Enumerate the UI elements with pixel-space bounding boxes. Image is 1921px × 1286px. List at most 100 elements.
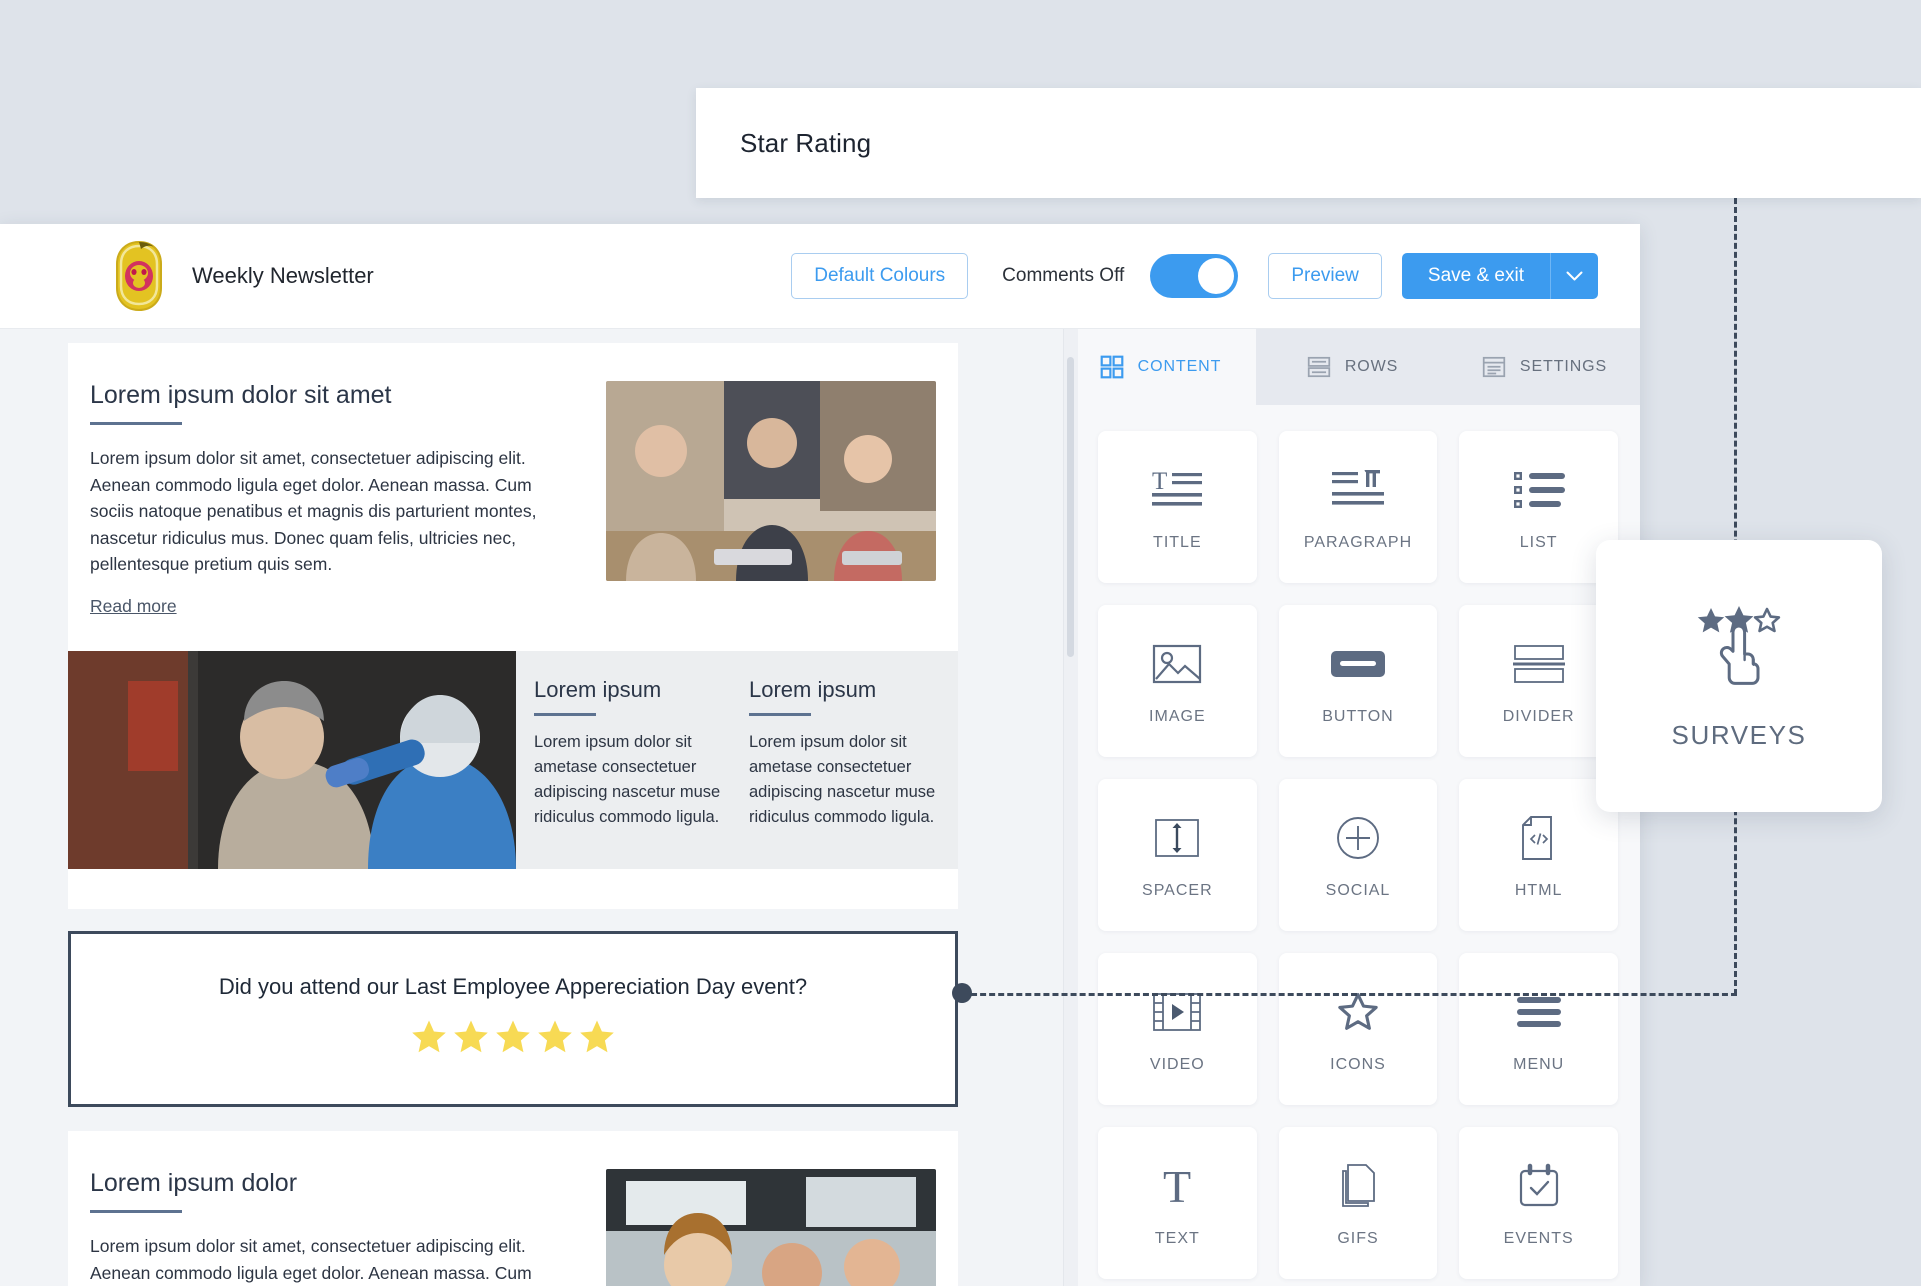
column-body: Lorem ipsum dolor sit ametase consectetu… (749, 732, 936, 827)
comments-status-label: Comments Off (1002, 265, 1125, 286)
block-tile-html[interactable]: HTML (1459, 779, 1618, 931)
star-icon[interactable] (452, 1018, 490, 1056)
rows-icon (1307, 356, 1330, 378)
builder-topbar: Weekly Newsletter Default Colours Commen… (0, 224, 1640, 329)
scrollbar-thumb[interactable] (1067, 357, 1074, 657)
block-tile-text[interactable]: T TEXT (1098, 1127, 1257, 1279)
block-tile-spacer[interactable]: SPACER (1098, 779, 1257, 931)
article-body: Lorem ipsum dolor sit amet, consectetuer… (90, 448, 537, 575)
panel-scrollbar[interactable] (1064, 329, 1078, 1286)
heading-rule (90, 1209, 182, 1213)
block-tile-gifs[interactable]: GIFS (1278, 1127, 1438, 1279)
star-outline-icon (1338, 993, 1378, 1030)
block-spacer (68, 868, 958, 909)
campaign-name: Weekly Newsletter (192, 263, 374, 288)
screen-root: Star Rating Weekly Newsletter Default Co… (0, 0, 1921, 1286)
block-tile-paragraph[interactable]: PARAGRAPH (1278, 431, 1438, 583)
social-plus-icon (1337, 817, 1379, 859)
brand: Weekly Newsletter (108, 240, 374, 312)
preview-button[interactable]: Preview (1268, 253, 1382, 299)
grid-squares-icon (1100, 355, 1124, 379)
content-block-article[interactable]: Lorem ipsum dolor sit amet Lorem ipsum d… (68, 343, 958, 651)
star-icon[interactable] (578, 1018, 616, 1056)
pages-icon (1342, 1164, 1375, 1207)
column-heading: Lorem ipsum (534, 676, 662, 702)
content-blocks-grid: T TITLE PARAGRAPH LIST IMAGE BUTTON DIVI… (1064, 405, 1640, 1279)
mailchimp-monkey-logo (116, 240, 162, 312)
builder-body: Lorem ipsum dolor sit amet Lorem ipsum d… (0, 329, 1640, 1286)
menu-hamburger-icon (1516, 997, 1561, 1027)
survey-question: Did you attend our Last Employee Apperec… (218, 973, 808, 999)
block-label: PARAGRAPH (1303, 534, 1413, 551)
column-heading: Lorem ipsum (749, 676, 877, 702)
tab-settings[interactable]: SETTINGS (1448, 329, 1640, 405)
toggle-knob (1198, 258, 1235, 294)
block-tile-icons[interactable]: ICONS (1278, 953, 1438, 1105)
content-block-survey[interactable]: Did you attend our Last Employee Apperec… (68, 930, 958, 1107)
title-icon: T (1152, 468, 1203, 506)
block-label: LIST (1519, 534, 1558, 551)
column-rule (749, 712, 811, 716)
column-left: Lorem ipsum Lorem ipsum dolor sit ametas… (534, 677, 725, 843)
content-block-two-column[interactable]: Lorem ipsum Lorem ipsum dolor sit ametas… (68, 650, 958, 869)
panel-tabs: CONTENT ROWS SETTINGS (1064, 329, 1640, 405)
tab-label: ROWS (1344, 358, 1399, 375)
block-tile-title[interactable]: T TITLE (1098, 431, 1257, 583)
block-tile-list[interactable]: LIST (1459, 431, 1618, 583)
surveys-card-label: SURVEYS (1671, 719, 1807, 750)
tab-content[interactable]: CONTENT (1064, 329, 1256, 405)
paragraph-icon (1331, 470, 1384, 505)
block-tile-button[interactable]: BUTTON (1278, 605, 1438, 757)
block-tile-divider[interactable]: DIVIDER (1459, 605, 1618, 757)
article-heading: Lorem ipsum dolor (90, 1168, 298, 1197)
list-icon (1513, 472, 1565, 508)
tab-rows[interactable]: ROWS (1256, 329, 1448, 405)
heading-rule (90, 422, 182, 425)
button-icon (1330, 651, 1385, 677)
block-tile-social[interactable]: SOCIAL (1278, 779, 1438, 931)
column-rule (534, 712, 596, 716)
html-code-icon (1521, 816, 1552, 860)
canvas-gap (0, 1106, 1063, 1131)
read-more-link[interactable]: Read more (90, 596, 177, 617)
save-and-exit-button[interactable]: Save & exit (1401, 253, 1550, 299)
email-template-bottom: Lorem ipsum dolor Lorem ipsum dolor sit … (68, 1130, 958, 1286)
serif-t-icon: T (1163, 1162, 1191, 1210)
image-icon (1153, 644, 1202, 684)
content-block-article-bottom[interactable]: Lorem ipsum dolor Lorem ipsum dolor sit … (68, 1130, 958, 1286)
tab-label: CONTENT (1137, 358, 1222, 375)
star-icon[interactable] (536, 1018, 574, 1056)
star-icon[interactable] (494, 1018, 532, 1056)
video-filmstrip-icon (1153, 993, 1202, 1031)
block-tile-menu[interactable]: MENU (1459, 953, 1618, 1105)
column-body: Lorem ipsum dolor sit ametase consectetu… (534, 732, 721, 827)
email-template: Lorem ipsum dolor sit amet Lorem ipsum d… (68, 343, 958, 909)
block-tile-events[interactable]: EVENTS (1459, 1127, 1618, 1279)
calendar-check-icon (1519, 1163, 1558, 1207)
star-icon[interactable] (410, 1018, 448, 1056)
divider-icon (1512, 645, 1565, 683)
column-right: Lorem ipsum Lorem ipsum dolor sit ametas… (749, 677, 940, 843)
star-rating-title: Star Rating (740, 127, 872, 158)
block-label: BUTTON (1322, 708, 1394, 725)
surveys-block-card[interactable]: SURVEYS (1596, 540, 1882, 812)
spacer-icon (1155, 819, 1200, 857)
default-colours-button[interactable]: Default Colours (791, 253, 969, 299)
connector-line-horizontal (962, 993, 1737, 996)
comments-toggle[interactable] (1150, 254, 1239, 298)
block-label: VIDEO (1149, 1056, 1205, 1073)
article-photo (606, 381, 936, 581)
email-builder-window: Weekly Newsletter Default Colours Commen… (0, 224, 1640, 1286)
survey-block-wrapper: Did you attend our Last Employee Apperec… (68, 930, 1063, 1107)
block-tile-image[interactable]: IMAGE (1098, 605, 1257, 757)
block-label: MENU (1513, 1056, 1565, 1073)
block-label: DIVIDER (1502, 708, 1575, 725)
article-photo-bottom (606, 1168, 936, 1286)
survey-star-rating[interactable] (71, 1018, 955, 1056)
block-label: SOCIAL (1325, 882, 1391, 899)
article-heading: Lorem ipsum dolor sit amet (90, 381, 392, 409)
save-options-caret[interactable] (1550, 253, 1598, 299)
article-body: Lorem ipsum dolor sit amet, consectetuer… (90, 1235, 532, 1283)
block-label: GIFS (1337, 1230, 1379, 1247)
block-tile-video[interactable]: VIDEO (1098, 953, 1257, 1105)
